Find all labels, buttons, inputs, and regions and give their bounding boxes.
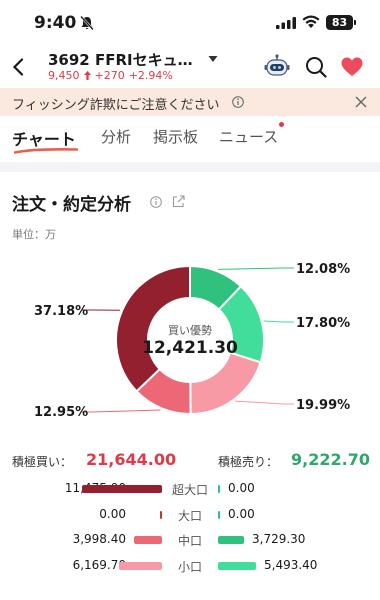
donut-pct-label-3: 19.99% — [296, 398, 351, 413]
donut-pct-label-4: 12.95% — [34, 405, 89, 420]
donut-leader-line-2 — [263, 320, 294, 323]
donut-leader-line-4 — [82, 409, 161, 413]
wifi-icon — [302, 15, 320, 28]
tab-board[interactable]: 掲示板 — [153, 126, 198, 147]
buy-bar — [134, 536, 162, 544]
info-icon[interactable] — [232, 96, 244, 108]
donut-center-value: 12,421.30 — [142, 338, 238, 358]
banner-text: フィッシング詐欺にご注意ください — [12, 98, 220, 113]
stock-header: 3692 FFRIセキュ… 9,450 +270 +2.94% — [0, 46, 380, 88]
tab-bar: チャート 分析 掲示板 ニュース — [0, 118, 380, 156]
caret-down-icon[interactable] — [208, 55, 218, 63]
sell-bar — [218, 511, 220, 519]
buy-amount: 6,169.70 — [72, 558, 126, 572]
phishing-warning-banner[interactable]: フィッシング詐欺にご注意ください — [0, 88, 380, 116]
donut-center-label: 買い優勢 — [168, 324, 212, 337]
donut-pct-label-1: 12.08% — [296, 262, 351, 277]
donut-pct-label-5: 37.18% — [34, 304, 89, 319]
sell-bar — [218, 485, 220, 493]
back-arrow-icon[interactable] — [12, 58, 24, 76]
bell-off-icon — [80, 15, 94, 31]
battery-tip — [354, 20, 356, 25]
news-badge-dot — [279, 122, 284, 127]
signal-icon — [276, 17, 296, 29]
buy-amount: 0.00 — [99, 507, 126, 521]
size-label: 小口 — [177, 560, 202, 574]
sell-amount: 3,729.30 — [252, 532, 306, 546]
share-icon[interactable] — [172, 195, 185, 208]
active-buy-value: 21,644.00 — [86, 450, 177, 469]
current-price: 9,450 — [48, 69, 80, 82]
active-buy-label: 積極買い： — [12, 455, 73, 469]
size-label: 大口 — [177, 509, 202, 523]
size-label: 超大口 — [171, 483, 208, 497]
status-time: 9:40 — [34, 13, 77, 33]
active-sell-label: 積極売り： — [218, 455, 279, 469]
stock-code: 3692 — [48, 51, 90, 69]
donut-pct-label-2: 17.80% — [296, 316, 351, 331]
section-title: 注文・約定分析 — [12, 195, 131, 215]
buy-bar — [160, 511, 162, 519]
price-change-pct: +2.94% — [128, 69, 173, 82]
status-bar: 9:40 83 — [0, 0, 380, 46]
close-icon[interactable] — [355, 96, 367, 108]
stock-title[interactable]: 3692 FFRIセキュ… — [48, 49, 193, 70]
sell-amount: 0.00 — [228, 481, 255, 495]
tab-news[interactable]: ニュース — [219, 126, 278, 147]
sell-amount: 0.00 — [228, 507, 255, 521]
section-divider — [0, 162, 380, 172]
battery-icon: 83 — [326, 15, 353, 30]
robot-assistant-icon[interactable] — [264, 54, 290, 78]
active-tab-underline — [14, 148, 78, 154]
donut-segment-3 — [189, 351, 262, 416]
search-icon[interactable] — [305, 56, 327, 78]
up-arrow-icon — [83, 71, 91, 80]
stock-name: FFRIセキュ… — [94, 51, 193, 69]
favorite-heart-icon[interactable] — [341, 57, 363, 77]
buy-bar — [82, 485, 162, 493]
section-info-icon[interactable] — [150, 196, 162, 208]
donut-leader-line-3 — [235, 400, 294, 405]
sell-bar — [218, 562, 256, 570]
donut-leader-line-1 — [218, 267, 294, 270]
tab-analysis[interactable]: 分析 — [101, 126, 131, 147]
price-change: +270 — [94, 69, 125, 82]
tab-chart[interactable]: チャート — [12, 126, 76, 150]
sell-amount: 5,493.40 — [264, 558, 318, 572]
size-label: 中口 — [177, 534, 202, 548]
buy-amount: 3,998.40 — [72, 532, 126, 546]
sell-bar — [218, 536, 244, 544]
price-line: 9,450 +270 +2.94% — [48, 69, 177, 82]
active-sell-value: 9,222.70 — [291, 450, 370, 469]
buy-bar — [119, 562, 162, 570]
